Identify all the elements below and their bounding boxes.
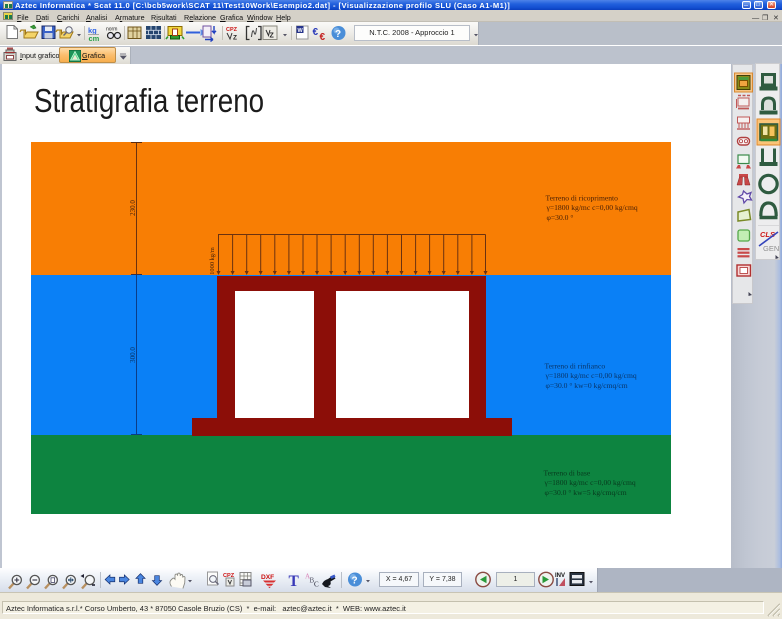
svg-text:φ=30.0 °: φ=30.0 ° — [547, 213, 574, 222]
svg-text:φ=30.0 ° kw=0 kg/cmq/cm: φ=30.0 ° kw=0 kg/cmq/cm — [546, 381, 628, 390]
svg-text:W: W — [298, 28, 304, 34]
svg-text:1000 kg/m: 1000 kg/m — [209, 247, 216, 275]
svg-text:Terreno di ricoprimento: Terreno di ricoprimento — [546, 194, 619, 203]
svg-text:DXF: DXF — [261, 574, 274, 581]
svg-text:Terreno di base: Terreno di base — [544, 469, 591, 478]
svg-text:GEN: GEN — [763, 244, 779, 253]
svg-text:γ=1800 kg/mc c=0,00 kg/cmq: γ=1800 kg/mc c=0,00 kg/cmq — [544, 478, 636, 487]
svg-text:€: € — [320, 32, 326, 43]
svg-text:Z: Z — [233, 35, 237, 42]
svg-text:φ=30.0 ° kw=5 kg/cmq/cm: φ=30.0 ° kw=5 kg/cmq/cm — [545, 488, 627, 497]
svg-text:CLS: CLS — [760, 230, 775, 239]
svg-text:230.0: 230.0 — [129, 200, 137, 216]
svg-text:γ=1800 kg/mc c=0,00 kg/cmq: γ=1800 kg/mc c=0,00 kg/cmq — [546, 203, 638, 212]
svg-text:cm: cm — [89, 34, 100, 43]
svg-text:?: ? — [352, 576, 358, 587]
svg-text:CPZ: CPZ — [226, 27, 238, 33]
svg-text:300.0: 300.0 — [129, 347, 137, 363]
svg-text:γ=1800 kg/mc c=0,00 kg/cmq: γ=1800 kg/mc c=0,00 kg/cmq — [545, 371, 637, 380]
svg-text:Z: Z — [270, 33, 275, 40]
svg-text:T: T — [289, 573, 300, 590]
svg-text:norm: norm — [106, 27, 117, 33]
svg-text:€: € — [313, 27, 319, 38]
svg-text:?: ? — [335, 29, 341, 40]
svg-text:C: C — [314, 581, 319, 589]
svg-text:Terreno di rinfianco: Terreno di rinfianco — [545, 362, 606, 371]
